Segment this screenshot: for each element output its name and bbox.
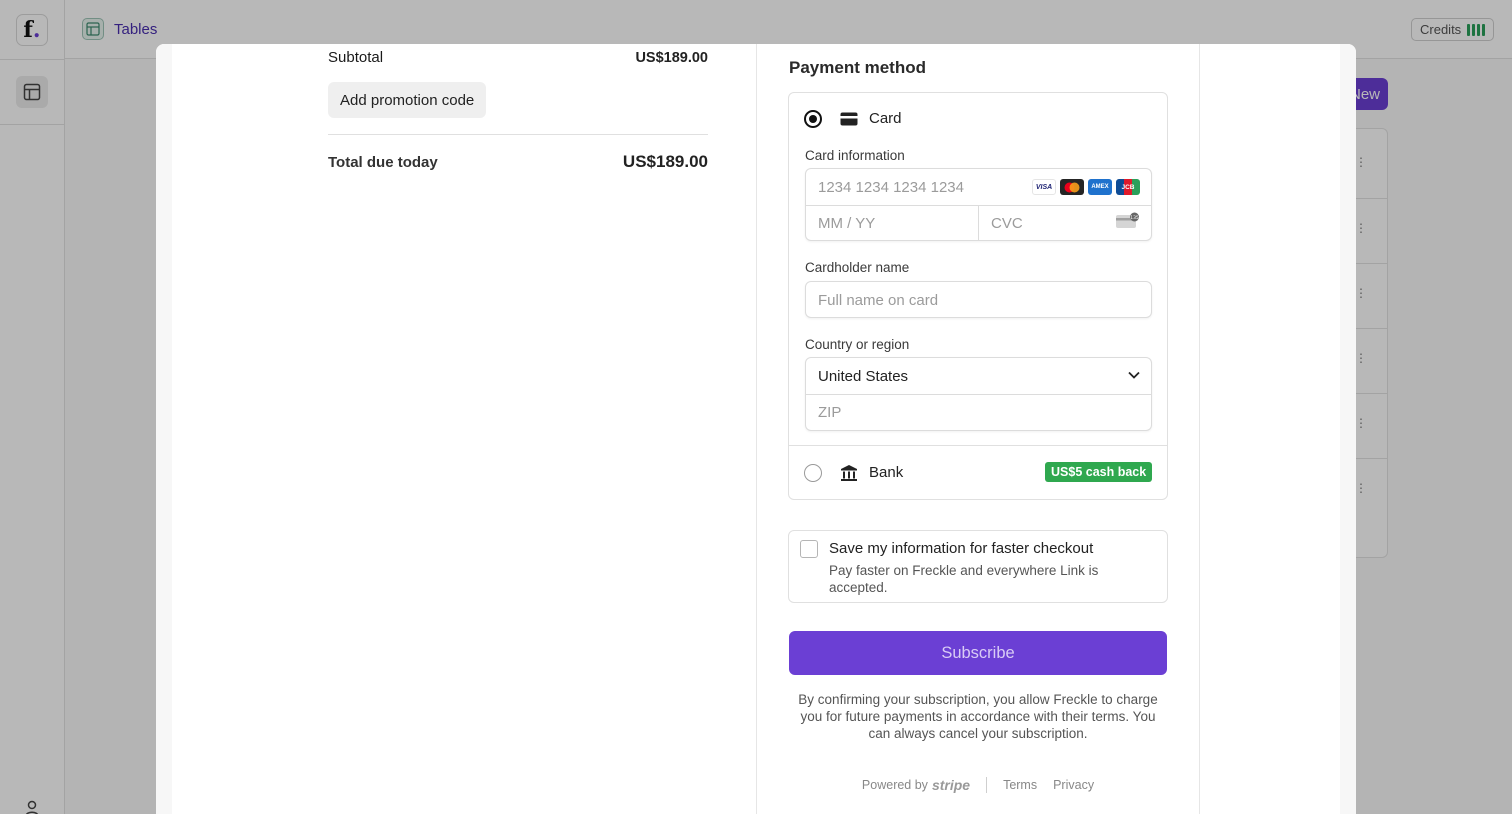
chevron-down-icon[interactable] (1128, 371, 1140, 379)
privacy-link[interactable]: Privacy (1053, 778, 1094, 792)
save-information-title[interactable]: Save my information for faster checkout (829, 540, 1093, 557)
cvc-input[interactable]: CVC (991, 215, 1023, 232)
country-region-label: Country or region (805, 337, 910, 352)
save-information-description: Pay faster on Freckle and everywhere Lin… (829, 563, 1099, 595)
payment-method-title: Payment method (789, 58, 926, 77)
footer-divider (986, 777, 988, 793)
stripe-logo: stripe (931, 777, 971, 793)
visa-icon: VISA (1032, 179, 1056, 195)
card-number-input[interactable]: 1234 1234 1234 1234 (818, 179, 964, 196)
cashback-badge: US$5 cash back (1045, 462, 1153, 482)
summary-divider (328, 134, 708, 135)
save-information-box: Save my information for faster checkout … (788, 530, 1168, 603)
cardholder-name-input[interactable]: Full name on card (818, 292, 938, 309)
save-information-checkbox[interactable] (800, 540, 818, 558)
total-row: Total due today US$189.00 (328, 152, 708, 172)
zip-input[interactable]: ZIP (818, 404, 841, 421)
amex-icon: AMEX (1088, 179, 1112, 195)
checkout-footer: Powered by stripe Terms Privacy (789, 777, 1167, 793)
expiry-input[interactable]: MM / YY (818, 215, 875, 232)
jcb-icon: JCB (1116, 179, 1140, 195)
total-label: Total due today (328, 153, 438, 171)
bank-option-label[interactable]: Bank (869, 464, 903, 481)
card-information-label: Card information (805, 148, 905, 163)
card-option-label[interactable]: Card (869, 110, 902, 127)
legal-text: By confirming your subscription, you all… (798, 692, 1158, 741)
total-amount: US$189.00 (622, 152, 708, 171)
subscribe-button[interactable]: Subscribe (789, 631, 1167, 675)
checkout-modal: Subtotal US$189.00 Add promotion code To… (156, 44, 1356, 814)
credit-card-icon (840, 112, 858, 126)
modal-edge (156, 44, 172, 814)
bank-icon (841, 465, 857, 481)
svg-text:135: 135 (1130, 215, 1139, 221)
subtotal-row: Subtotal US$189.00 (328, 49, 708, 66)
country-select[interactable]: United States (818, 368, 908, 385)
subtotal-amount: US$189.00 (635, 49, 708, 66)
payment-option-divider (789, 445, 1167, 446)
cvc-card-icon: 135 (1116, 212, 1139, 228)
address-field-divider (806, 394, 1151, 395)
card-radio[interactable] (804, 110, 822, 128)
modal-edge (1340, 44, 1356, 814)
column-divider (1199, 44, 1200, 814)
payment-method-box: Card Card information 1234 1234 1234 123… (788, 92, 1168, 500)
subtotal-label: Subtotal (328, 49, 384, 66)
address-group: United States ZIP (805, 357, 1152, 431)
cardholder-name-field[interactable]: Full name on card (805, 281, 1152, 318)
column-divider (756, 44, 757, 814)
terms-link[interactable]: Terms (1003, 778, 1037, 792)
mastercard-icon (1060, 179, 1084, 195)
add-promotion-code-button[interactable]: Add promotion code (328, 82, 487, 118)
bank-radio[interactable] (804, 464, 822, 482)
powered-by[interactable]: Powered by stripe (862, 777, 970, 793)
cardholder-name-label: Cardholder name (805, 260, 910, 275)
powered-by-label: Powered by (861, 778, 928, 792)
card-field-divider (978, 205, 979, 241)
card-information-group: 1234 1234 1234 1234 VISA AMEX JCB MM / Y… (805, 168, 1152, 241)
